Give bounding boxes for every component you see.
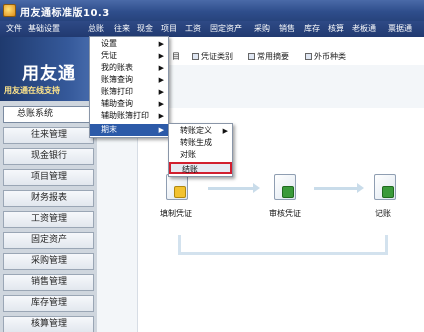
- submenu-arrow-icon: ▶: [222, 127, 228, 135]
- toolbar-item-catalog[interactable]: 目: [172, 51, 180, 62]
- menu-project[interactable]: 项目: [161, 23, 177, 35]
- menu-boss[interactable]: 老板通: [352, 23, 376, 35]
- flow-arrow: [208, 183, 260, 193]
- sidebar-item-payroll[interactable]: 工资管理: [3, 211, 94, 228]
- menu-item-transfer-generate[interactable]: 转账生成: [169, 137, 232, 149]
- logo-panel: 用友通 用友通在线支持: [0, 37, 97, 101]
- sidebar: 总账系统 往来管理 现金银行 项目管理 财务报表 工资管理 固定资产 采购管理 …: [0, 101, 97, 332]
- summary-icon: [248, 53, 255, 60]
- sidebar-item-project[interactable]: 项目管理: [3, 169, 94, 186]
- menu-bills[interactable]: 票据通: [388, 23, 412, 35]
- menu-item-period-end[interactable]: 期末 ▶: [90, 124, 168, 136]
- toolbar-item-voucher-type[interactable]: 凭证类别: [192, 51, 233, 62]
- submenu-arrow-icon: ▶: [158, 64, 164, 72]
- menu-file[interactable]: 文件: [6, 23, 22, 35]
- post-icon: [382, 186, 394, 198]
- submenu-arrow-icon: ▶: [158, 112, 164, 120]
- menu-item-ledger-query[interactable]: 账簿查询 ▶: [90, 74, 168, 86]
- menu-item-settings[interactable]: 设置 ▶: [90, 38, 168, 50]
- menu-receivables[interactable]: 往来: [114, 23, 130, 35]
- menu-general-ledger[interactable]: 总账: [88, 23, 104, 35]
- brand-logo: 用友通: [22, 64, 76, 84]
- sidebar-item-general-ledger[interactable]: 总账系统: [3, 106, 94, 123]
- pencil-icon: [174, 186, 186, 198]
- flow-connector-line: [178, 252, 388, 255]
- submenu-arrow-icon: ▶: [158, 126, 164, 134]
- submenu-arrow-icon: ▶: [158, 40, 164, 48]
- sidebar-item-financial-reports[interactable]: 财务报表: [3, 190, 94, 207]
- submenu-arrow-icon: ▶: [158, 100, 164, 108]
- menu-bar: 文件 基础设置 总账 往来 现金 项目 工资 固定资产 采购 销售 库存 核算 …: [0, 21, 424, 37]
- menu-item-close-books[interactable]: 结账: [169, 162, 232, 174]
- currency-icon: [305, 53, 312, 60]
- sidebar-item-purchasing[interactable]: 采购管理: [3, 253, 94, 270]
- menu-item-voucher[interactable]: 凭证 ▶: [90, 50, 168, 62]
- sidebar-item-receivables[interactable]: 往来管理: [3, 127, 94, 144]
- toolbar: 目 凭证类别 常用摘要 外币种类: [170, 49, 424, 65]
- menu-sales[interactable]: 销售: [279, 23, 295, 35]
- submenu-period-end: 转账定义 ▶ 转账生成 对账 结账: [168, 123, 233, 177]
- menu-item-transfer-definition[interactable]: 转账定义 ▶: [169, 125, 232, 137]
- menu-fixed-assets[interactable]: 固定资产: [210, 23, 242, 35]
- toolbar-item-currency[interactable]: 外币种类: [305, 51, 346, 62]
- menu-purchasing[interactable]: 采购: [254, 23, 270, 35]
- menu-item-aux-query[interactable]: 辅助查询 ▶: [90, 98, 168, 110]
- menu-item-reconcile[interactable]: 对账: [169, 149, 232, 161]
- sidebar-item-inventory[interactable]: 库存管理: [3, 295, 94, 312]
- window-title: 用友通标准版10.3: [20, 8, 110, 19]
- menu-cash[interactable]: 现金: [137, 23, 153, 35]
- menu-item-aux-ledger-print[interactable]: 辅助账簿打印 ▶: [90, 110, 168, 122]
- flow-label-review-voucher: 审核凭证: [269, 209, 301, 218]
- flow-arrow: [314, 183, 364, 193]
- menu-costing[interactable]: 核算: [328, 23, 344, 35]
- flow-label-post-ledger: 记账: [375, 209, 391, 218]
- sidebar-item-sales[interactable]: 销售管理: [3, 274, 94, 291]
- voucher-type-icon: [192, 53, 199, 60]
- menu-inventory[interactable]: 库存: [304, 23, 320, 35]
- app-icon: [3, 4, 16, 17]
- submenu-arrow-icon: ▶: [158, 52, 164, 60]
- title-bar: 用友通标准版10.3: [0, 0, 424, 21]
- menu-basic-settings[interactable]: 基础设置: [28, 23, 60, 35]
- dropdown-general-ledger: 设置 ▶ 凭证 ▶ 我的账表 ▶ 账簿查询 ▶ 账簿打印 ▶ 辅助查询 ▶ 辅助账簿打印 ▶ …: [89, 36, 169, 138]
- sidebar-item-costing[interactable]: 核算管理: [3, 316, 94, 332]
- app-window: 用友通标准版10.3 文件 基础设置 总账 往来 现金 项目 工资 固定资产 采…: [0, 0, 424, 332]
- sidebar-item-fixed-assets[interactable]: 固定资产: [3, 232, 94, 249]
- submenu-arrow-icon: ▶: [158, 76, 164, 84]
- flow-node-review-voucher[interactable]: [270, 172, 300, 204]
- checkmark-icon: [282, 186, 294, 198]
- sidebar-item-cash-bank[interactable]: 现金银行: [3, 148, 94, 165]
- toolbar-item-common-summary[interactable]: 常用摘要: [248, 51, 289, 62]
- submenu-arrow-icon: ▶: [158, 88, 164, 96]
- brand-slogan: 用友通在线支持: [4, 86, 60, 95]
- menu-item-my-reports[interactable]: 我的账表 ▶: [90, 62, 168, 74]
- menu-item-ledger-print[interactable]: 账簿打印 ▶: [90, 86, 168, 98]
- flow-node-post-ledger[interactable]: [370, 172, 400, 204]
- menu-payroll[interactable]: 工资: [185, 23, 201, 35]
- flow-label-fill-voucher: 填制凭证: [160, 209, 192, 218]
- flow-connector-line: [385, 235, 388, 255]
